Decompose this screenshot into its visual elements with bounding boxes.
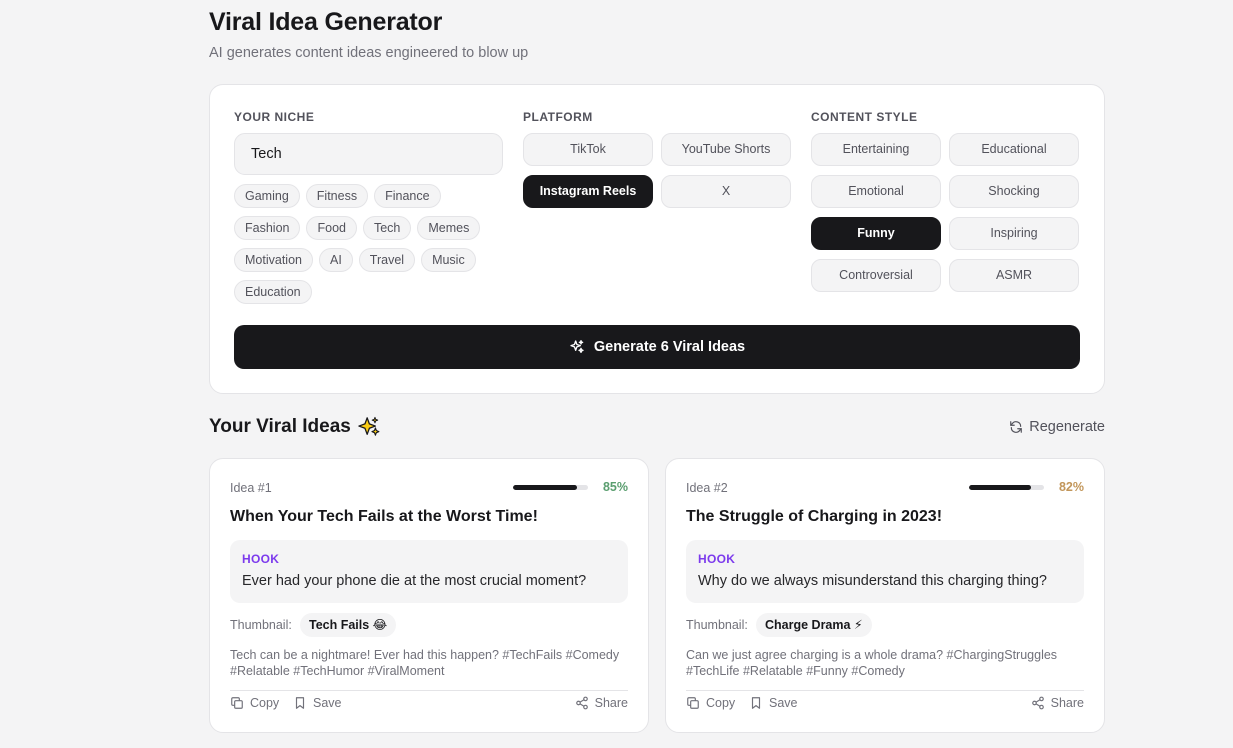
regenerate-label: Regenerate (1029, 419, 1105, 435)
idea-card: Idea #1 85% When Your Tech Fails at the … (209, 458, 649, 733)
thumbnail-label: Thumbnail: (230, 618, 292, 632)
regenerate-button[interactable]: Regenerate (1009, 419, 1105, 435)
page-title: Viral Idea Generator (209, 8, 443, 36)
idea-number: Idea #2 (686, 481, 728, 495)
niche-chip-gaming[interactable]: Gaming (234, 184, 300, 208)
share-button[interactable]: Share (1031, 696, 1084, 710)
niche-chip-music[interactable]: Music (421, 248, 476, 272)
copy-icon (687, 697, 699, 709)
sparkles-icon (570, 340, 584, 353)
idea-title: When Your Tech Fails at the Worst Time! (230, 508, 538, 525)
viral-score-percent: 85% (602, 480, 628, 494)
share-button[interactable]: Share (575, 696, 628, 710)
platform-label: PLATFORM (523, 110, 593, 124)
save-label: Save (769, 696, 798, 710)
copy-button[interactable]: Copy (686, 696, 735, 710)
generate-button[interactable]: Generate 6 Viral Ideas (234, 325, 1080, 369)
niche-chip-memes[interactable]: Memes (417, 216, 481, 240)
platform-option-x[interactable]: X (661, 175, 791, 208)
content-style-options: Entertaining Educational Emotional Shocking… (811, 133, 1079, 292)
bookmark-icon (751, 697, 761, 709)
niche-chip-education[interactable]: Education (234, 280, 312, 304)
niche-chip-travel[interactable]: Travel (358, 248, 416, 272)
page-subtitle: AI generates content ideas engineered to… (209, 45, 529, 61)
platform-option-youtube-shorts[interactable]: YouTube Shorts (661, 133, 791, 166)
idea-title: The Struggle of Charging in 2023! (686, 508, 943, 525)
card-divider (230, 690, 628, 691)
idea-number: Idea #1 (230, 481, 272, 495)
niche-chip-ai[interactable]: AI (318, 248, 353, 272)
copy-label: Copy (706, 696, 736, 710)
content-style-option-educational[interactable]: Educational (949, 133, 1079, 166)
hook-label: HOOK (242, 552, 280, 566)
hook-box: HOOK Why do we always misunderstand this… (686, 540, 1084, 603)
niche-chip-fashion[interactable]: Fashion (234, 216, 301, 240)
viral-score-bar (969, 485, 1044, 490)
copy-icon (231, 697, 243, 709)
viral-score-fill (513, 485, 577, 490)
niche-chip-tech[interactable]: Tech (362, 216, 412, 240)
platform-option-instagram-reels[interactable]: Instagram Reels (523, 175, 653, 208)
thumbnail-text: Tech Fails 😂 (300, 613, 397, 637)
content-style-option-emotional[interactable]: Emotional (811, 175, 941, 208)
copy-label: Copy (250, 696, 280, 710)
save-button[interactable]: Save (749, 696, 798, 710)
niche-chip-finance[interactable]: Finance (374, 184, 441, 208)
platform-option-tiktok[interactable]: TikTok (523, 133, 653, 166)
idea-caption: Can we just agree charging is a whole dr… (686, 648, 1058, 678)
niche-input[interactable] (234, 133, 503, 175)
content-style-option-entertaining[interactable]: Entertaining (811, 133, 941, 166)
share-icon (575, 696, 588, 710)
card-divider (686, 690, 1084, 691)
content-style-option-asmr[interactable]: ASMR (949, 259, 1079, 292)
hook-box: HOOK Ever had your phone die at the most… (230, 540, 628, 603)
viral-score-fill (969, 485, 1031, 490)
thumbnail-label: Thumbnail: (686, 618, 748, 632)
niche-chip-motivation[interactable]: Motivation (234, 248, 313, 272)
viral-score-percent: 82% (1058, 480, 1084, 494)
results-title: Your Viral Ideas (209, 416, 380, 438)
content-style-option-inspiring[interactable]: Inspiring (949, 217, 1079, 250)
idea-card: Idea #2 82% The Struggle of Charging in … (665, 458, 1105, 733)
hook-text: Why do we always misunderstand this char… (698, 573, 1047, 589)
content-style-label: CONTENT STYLE (811, 110, 918, 124)
sparkles-icon (358, 416, 380, 436)
save-button[interactable]: Save (293, 696, 342, 710)
hook-text: Ever had your phone die at the most cruc… (242, 573, 587, 589)
idea-caption: Tech can be a nightmare! Ever had this h… (230, 648, 620, 678)
hook-label: HOOK (698, 552, 736, 566)
bookmark-icon (295, 697, 305, 709)
refresh-icon (1010, 421, 1023, 433)
copy-button[interactable]: Copy (230, 696, 279, 710)
save-label: Save (313, 696, 342, 710)
platform-options: TikTok YouTube Shorts Instagram Reels X (523, 133, 791, 208)
niche-chip-fitness[interactable]: Fitness (305, 184, 369, 208)
content-style-option-controversial[interactable]: Controversial (811, 259, 941, 292)
share-label: Share (1050, 696, 1084, 710)
thumbnail-text: Charge Drama ⚡ (756, 613, 872, 637)
share-icon (1031, 696, 1044, 710)
viral-score-bar (513, 485, 588, 490)
results-title-text: Your Viral Ideas (209, 416, 351, 437)
generator-panel: YOUR NICHE GamingFitnessFinance FashionFo… (209, 84, 1105, 394)
niche-chip-list: Gaming Fitness Finance Fashion Food Tech Memes… (234, 184, 506, 304)
niche-chip-food[interactable]: Food (306, 216, 357, 240)
share-label: Share (594, 696, 628, 710)
content-style-option-shocking[interactable]: Shocking (949, 175, 1079, 208)
niche-label: YOUR NICHE (234, 110, 315, 124)
generate-button-label: Generate 6 Viral Ideas (593, 339, 746, 355)
content-style-option-funny[interactable]: Funny (811, 217, 941, 250)
